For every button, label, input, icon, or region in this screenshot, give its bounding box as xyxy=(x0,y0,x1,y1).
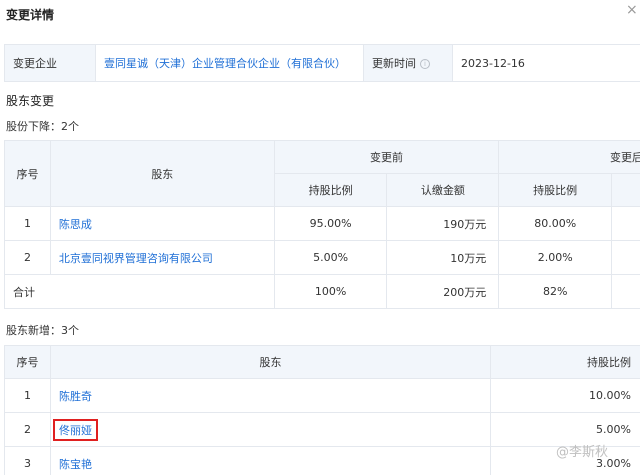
table-row: 2 佟丽娅 5.00% xyxy=(4,412,640,447)
added-table: 序号 股东 持股比例 1 陈胜奇 10.00% 2 佟丽娅 5.00% 3 陈宝… xyxy=(4,345,640,475)
holder-link[interactable]: 陈思成 xyxy=(49,206,275,241)
total-ratio-before: 100% xyxy=(273,274,388,309)
update-time-label: 更新时间 i xyxy=(363,44,453,82)
highlighted-holder-link[interactable]: 佟丽娅 xyxy=(53,418,98,441)
empty-cell xyxy=(611,240,640,275)
row-no: 2 xyxy=(4,412,51,447)
col-ratio-after: 持股比例 xyxy=(498,173,613,207)
col-before: 变更前 xyxy=(273,140,500,174)
holder-ratio: 10.00% xyxy=(490,378,640,413)
holder-cell: 佟丽娅 xyxy=(50,412,491,447)
update-time-value: 2023-12-16 xyxy=(452,44,640,82)
section-title-shareholder-change: 股东变更 xyxy=(6,94,55,108)
row-no: 3 xyxy=(4,446,51,475)
empty-cell xyxy=(611,274,640,309)
table-row: 1 陈胜奇 10.00% xyxy=(4,378,640,413)
update-time-label-text: 更新时间 xyxy=(372,57,416,70)
col-amount-before: 认缴金额 xyxy=(386,173,500,207)
total-amount-before: 200万元 xyxy=(386,274,500,309)
col-holder: 股东 xyxy=(49,140,275,207)
row-no: 1 xyxy=(4,206,51,241)
decrease-table: 序号 股东 变更前 变更后 持股比例 认缴金额 持股比例 1 陈思成 95.00… xyxy=(4,140,640,309)
added-count: 股东新增：3个 xyxy=(6,324,79,337)
row-no: 1 xyxy=(4,378,51,413)
table-row: 3 陈宝艳 3.00% xyxy=(4,446,640,475)
col-no: 序号 xyxy=(4,140,51,207)
ratio-before: 95.00% xyxy=(273,206,388,241)
table-row: 2 北京壹同视界管理咨询有限公司 5.00% 10万元 2.00% xyxy=(4,240,640,275)
holder-link[interactable]: 陈宝艳 xyxy=(50,446,491,475)
col-extra xyxy=(611,173,640,207)
amount-before: 10万元 xyxy=(386,240,500,275)
ratio-after: 80.00% xyxy=(498,206,613,241)
watermark: @李斯秋 xyxy=(556,445,609,460)
row-no: 2 xyxy=(4,240,51,275)
info-circle-icon[interactable]: i xyxy=(420,59,430,69)
table-row: 1 陈思成 95.00% 190万元 80.00% xyxy=(4,206,640,241)
decrease-count: 股份下降：2个 xyxy=(6,120,79,133)
ratio-after: 2.00% xyxy=(498,240,613,275)
close-icon[interactable]: × xyxy=(626,2,640,22)
col-ratio-before: 持股比例 xyxy=(273,173,388,207)
col-after: 变更后 xyxy=(498,140,640,174)
total-ratio-after: 82% xyxy=(498,274,613,309)
change-info-table: 变更企业 壹同星诚（天津）企业管理合伙企业（有限合伙） 更新时间 i 2023-1… xyxy=(4,44,640,82)
col-holder: 股东 xyxy=(50,345,491,379)
holder-link[interactable]: 陈胜奇 xyxy=(50,378,491,413)
col-ratio: 持股比例 xyxy=(490,345,640,379)
company-label: 变更企业 xyxy=(4,44,96,82)
empty-cell xyxy=(611,206,640,241)
col-no: 序号 xyxy=(4,345,51,379)
company-link[interactable]: 壹同星诚（天津）企业管理合伙企业（有限合伙） xyxy=(95,44,364,82)
ratio-before: 5.00% xyxy=(273,240,388,275)
page-title: 变更详情 xyxy=(6,8,55,22)
total-row: 合计 100% 200万元 82% xyxy=(4,274,640,309)
holder-link[interactable]: 北京壹同视界管理咨询有限公司 xyxy=(49,240,275,275)
total-label: 合计 xyxy=(4,274,275,309)
amount-before: 190万元 xyxy=(386,206,500,241)
